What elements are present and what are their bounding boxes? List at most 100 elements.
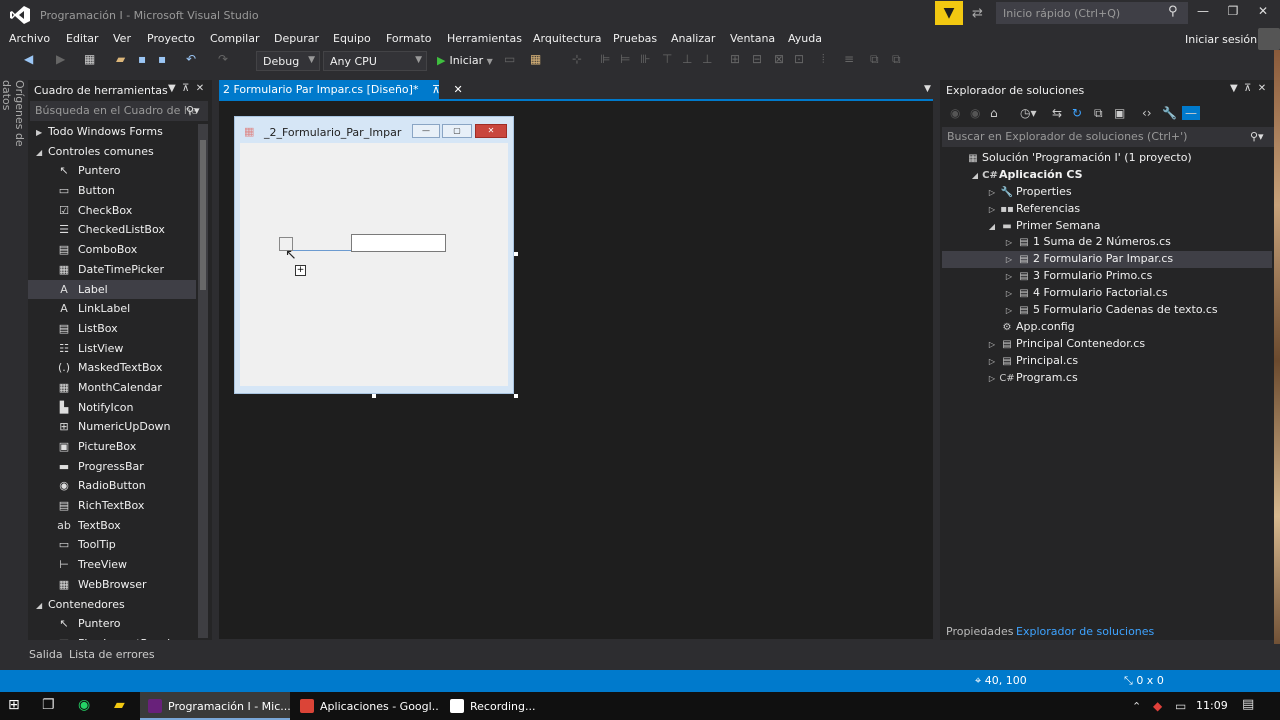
clock[interactable]: 11:09	[1196, 699, 1228, 712]
toolbox-category[interactable]: ▶ Todo Windows Forms	[28, 122, 196, 142]
form-close-button[interactable]: ✕	[475, 124, 507, 138]
menu-formato[interactable]: Formato	[386, 32, 432, 45]
toolbox-item[interactable]: ▣ PictureBox	[28, 437, 196, 457]
toolbox-item[interactable]: (.) MaskedTextBox	[28, 358, 196, 378]
feedback-icon[interactable]: ⇄	[972, 6, 990, 21]
redo-icon[interactable]: ↷	[218, 52, 228, 66]
forward-icon[interactable]: ▶	[56, 52, 65, 66]
toolbox-item[interactable]: ab TextBox	[28, 516, 196, 536]
solution-tree-item[interactable]: ▷ ▤ 4 Formulario Factorial.cs	[942, 285, 1272, 302]
expand-icon[interactable]: ▷	[1003, 252, 1015, 269]
solution-tree-item[interactable]: ◢ ▬ Primer Semana	[942, 218, 1272, 235]
toolbox-item[interactable]: ▙ NotifyIcon	[28, 398, 196, 418]
tab-designer[interactable]: 2 Formulario Par Impar.cs [Diseño]* ⊼ ✕	[219, 80, 463, 99]
resize-handle-right[interactable]	[514, 252, 518, 256]
textbox-control[interactable]	[351, 234, 446, 252]
toolbox-item[interactable]: ↖ Puntero	[28, 614, 196, 634]
same-size-icon[interactable]: ⊠	[774, 52, 784, 66]
align-grid-icon[interactable]: ⊹	[572, 52, 582, 66]
avatar[interactable]	[1258, 28, 1280, 50]
horizontal-spacing-icon[interactable]: ⦙	[822, 52, 825, 67]
resize-handle-bottom[interactable]	[372, 394, 376, 398]
attach-icon[interactable]: ▭	[504, 52, 515, 66]
view-code-icon[interactable]: ‹›	[1142, 106, 1152, 120]
menu-pruebas[interactable]: Pruebas	[613, 32, 657, 45]
solution-tree-item[interactable]: ▷ ▤ Principal.cs	[942, 353, 1272, 370]
toolbox-item[interactable]: ▤ RichTextBox	[28, 496, 196, 516]
toolbox-scroll-thumb[interactable]	[200, 140, 206, 290]
close-button[interactable]: ✕	[1248, 4, 1278, 24]
solution-tree-item[interactable]: ◢ C#Aplicación CS	[942, 167, 1272, 184]
bring-front-icon[interactable]: ⧉	[870, 52, 879, 67]
menu-equipo[interactable]: Equipo	[333, 32, 371, 45]
align-bottom-icon[interactable]: ⊥	[702, 52, 712, 66]
preview-selected-icon[interactable]: —	[1182, 106, 1200, 120]
solution-tree-item[interactable]: ▷ ▤ Principal Contenedor.cs	[942, 336, 1272, 353]
toolbox-item[interactable]: ▬ ProgressBar	[28, 457, 196, 477]
whatsapp-icon[interactable]: ◉	[78, 697, 90, 713]
solution-tree-item[interactable]: ▷ ▤ 5 Formulario Cadenas de texto.cs	[942, 302, 1272, 319]
tab-error-list[interactable]: Lista de errores	[69, 648, 155, 661]
data-sources-tab[interactable]: Orígenes de datos	[0, 80, 26, 180]
expand-icon[interactable]: ▷	[1003, 269, 1015, 286]
save-all-icon[interactable]: ▪	[158, 52, 166, 66]
history-icon[interactable]: ◷▾	[1020, 106, 1037, 120]
open-folder-icon[interactable]: ▰	[116, 52, 125, 66]
menu-compilar[interactable]: Compilar	[210, 32, 259, 45]
menu-proyecto[interactable]: Proyecto	[147, 32, 195, 45]
expand-icon[interactable]: ▶	[36, 123, 48, 143]
back-icon[interactable]: ◉	[950, 106, 960, 120]
notification-flag-icon[interactable]: ▼	[935, 1, 963, 25]
collapse-all-icon[interactable]: ⧉	[1094, 106, 1103, 121]
expand-icon[interactable]: ▷	[1003, 303, 1015, 320]
solution-tree-item[interactable]: ▷ ▤ 1 Suma de 2 Números.cs	[942, 234, 1272, 251]
align-left-icon[interactable]: ⊫	[600, 52, 610, 66]
refresh-icon[interactable]: ↻	[1072, 106, 1082, 120]
start-button[interactable]: ▶ Iniciar ▼	[437, 54, 493, 67]
form-maximize-button[interactable]: ▢	[442, 124, 472, 138]
task-view-icon[interactable]: ❐	[42, 697, 55, 713]
tab-list-dropdown-icon[interactable]: ▼	[924, 84, 931, 94]
toolbox-item[interactable]: ▭ ToolTip	[28, 535, 196, 555]
same-width-icon[interactable]: ⊞	[730, 52, 740, 66]
search-icon[interactable]: ⚲	[1168, 4, 1178, 19]
show-all-files-icon[interactable]: ▣	[1114, 106, 1125, 120]
toolbox-item[interactable]: ↖ Puntero	[28, 161, 196, 181]
platform-select[interactable]: Any CPU ▼	[323, 51, 427, 71]
toolbox-toggle-icon[interactable]: ▦	[530, 52, 541, 66]
minimize-button[interactable]: —	[1188, 4, 1218, 24]
toolbox-category[interactable]: ◢ Contenedores	[28, 595, 196, 615]
undo-icon[interactable]: ↶	[186, 52, 196, 66]
antivirus-icon[interactable]: ◆	[1153, 699, 1162, 713]
menu-ayuda[interactable]: Ayuda	[788, 32, 822, 45]
resize-handle-corner[interactable]	[514, 394, 518, 398]
close-icon[interactable]: ✕	[454, 83, 463, 96]
tab-solution-explorer[interactable]: Explorador de soluciones	[1016, 625, 1154, 638]
notifications-icon[interactable]: ▤	[1242, 697, 1254, 712]
home-icon[interactable]: ⌂	[990, 106, 998, 120]
expand-icon[interactable]: ▷	[986, 337, 998, 354]
toolbox-item[interactable]: ▭ Button	[28, 181, 196, 201]
back-icon[interactable]: ◀	[24, 52, 33, 66]
expand-icon[interactable]: ▷	[1003, 286, 1015, 303]
collapse-icon[interactable]: ◢	[36, 143, 48, 163]
forward-icon[interactable]: ◉	[970, 106, 980, 120]
expand-icon[interactable]: ▷	[986, 354, 998, 371]
menu-herramientas[interactable]: Herramientas	[447, 32, 522, 45]
solution-tree-item[interactable]: ▷ C#Program.cs	[942, 370, 1272, 387]
toolbox-item[interactable]: ☰ CheckedListBox	[28, 220, 196, 240]
pin-icon[interactable]: ⊼	[432, 83, 440, 96]
solution-tree-item[interactable]: ⚙ App.config	[942, 319, 1272, 336]
expand-icon[interactable]: ▷	[986, 185, 998, 202]
sync-icon[interactable]: ⇆	[1052, 106, 1062, 120]
toolbox-item[interactable]: ☑ CheckBox	[28, 201, 196, 221]
toolbox-item[interactable]: A Label	[28, 279, 196, 300]
size-to-grid-icon[interactable]: ⊡	[794, 52, 804, 66]
expand-icon[interactable]: ▷	[986, 202, 998, 219]
taskbar-app[interactable]: Aplicaciones - Googl...	[292, 692, 438, 720]
solution-tree-item[interactable]: ▷ ▤ 2 Formulario Par Impar.cs	[942, 251, 1272, 269]
solution-explorer-search-input[interactable]: Buscar en Explorador de soluciones (Ctrl…	[942, 127, 1274, 147]
toolbox-item[interactable]: ▦ MonthCalendar	[28, 378, 196, 398]
toolbox-item[interactable]: ▦ WebBrowser	[28, 575, 196, 595]
maximize-button[interactable]: ❐	[1218, 4, 1248, 24]
